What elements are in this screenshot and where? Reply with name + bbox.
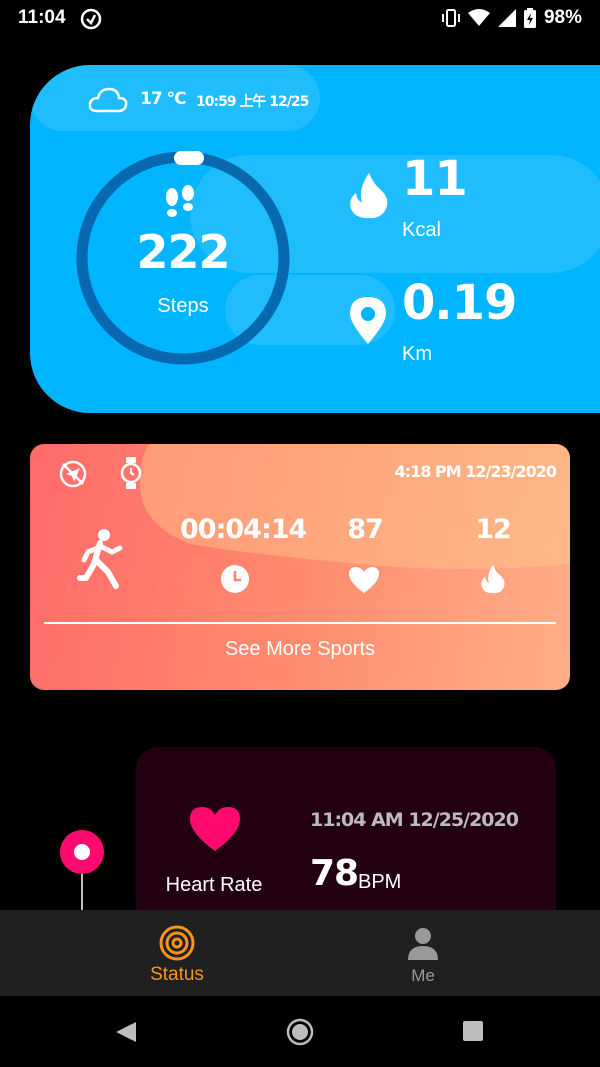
sport-datetime: 4:18 PM 12/23/2020 (394, 462, 557, 481)
system-navigation-bar (0, 996, 600, 1067)
watch-icon (120, 457, 142, 489)
heart-rate-datetime: 11:04 AM 12/25/2020 (310, 809, 519, 831)
distance-value: 0.19 (402, 275, 517, 331)
clock-icon (221, 565, 249, 593)
calories-value: 11 (402, 151, 468, 207)
vibrate-icon (441, 9, 460, 27)
nav-tab-status[interactable]: Status (0, 910, 300, 996)
cloud-icon (88, 87, 128, 113)
weather-temp: 17 °C (140, 89, 187, 109)
wifi-icon (467, 9, 490, 26)
battery-percent: 98% (543, 7, 582, 28)
sport-heart-value: 87 (347, 514, 384, 545)
status-time: 11:04 (18, 7, 66, 28)
status-bar: 11:04 98% (0, 0, 600, 38)
at-sign-icon (80, 8, 102, 30)
calories-unit: Kcal (402, 219, 441, 241)
timeline-marker (60, 830, 104, 918)
heart-rate-label: Heart Rate (165, 874, 263, 896)
divider (44, 622, 556, 624)
no-gps-icon (59, 460, 87, 488)
signal-icon (497, 9, 516, 27)
battery-icon (523, 8, 536, 28)
see-more-sports-link[interactable]: See More Sports (30, 638, 570, 661)
recents-icon[interactable] (462, 1020, 484, 1042)
running-person-icon (77, 529, 123, 589)
distance-unit: Km (402, 343, 432, 365)
nav-me-label: Me (411, 966, 435, 985)
flame-icon (350, 173, 388, 219)
bottom-navigation: Status Me (0, 910, 600, 996)
heart-icon (190, 807, 240, 851)
location-pin-icon (350, 297, 386, 344)
sport-duration: 00:04:14 (180, 514, 307, 545)
sport-calories-value: 12 (475, 514, 512, 545)
heart-icon (349, 567, 379, 593)
steps-label: Steps (157, 295, 209, 317)
person-icon (408, 928, 438, 960)
home-icon[interactable] (286, 1018, 314, 1046)
weather-datetime: 10:59 上午 12/25 (196, 94, 309, 110)
activity-summary-card[interactable]: 17 °C 10:59 上午 12/25 222 Steps 11 Kcal 0… (30, 65, 600, 413)
nav-tab-me[interactable]: Me (300, 910, 600, 996)
nav-status-label: Status (150, 964, 204, 985)
heart-rate-unit: BPM (358, 871, 402, 893)
flame-icon (481, 565, 505, 594)
recent-sport-card[interactable]: 4:18 PM 12/23/2020 00:04:14 87 12 See Mo… (30, 444, 570, 690)
steps-value: 222 (136, 225, 230, 279)
status-target-icon (159, 925, 195, 961)
heart-rate-value: 78 (310, 853, 359, 894)
back-icon[interactable] (114, 1020, 138, 1044)
footsteps-icon (166, 185, 194, 217)
heart-rate-card[interactable]: Heart Rate 11:04 AM 12/25/2020 78 BPM (136, 747, 556, 927)
